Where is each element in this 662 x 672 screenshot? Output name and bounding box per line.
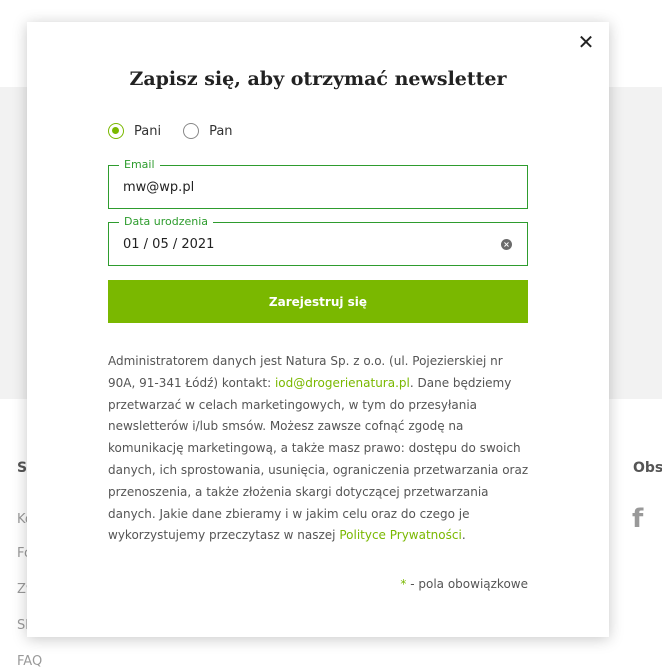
clear-icon[interactable]: × — [501, 239, 512, 250]
facebook-icon[interactable]: f — [632, 504, 643, 534]
modal-title: Zapisz się, aby otrzymać newsletter — [129, 68, 507, 90]
footer-heading-observe: Obse — [633, 460, 662, 476]
radio-unchecked-icon[interactable] — [183, 123, 200, 139]
privacy-text: . Dane będziemy przetwarzać w celach mar… — [108, 375, 529, 543]
radio-label: Pani — [134, 123, 162, 139]
birthdate-field-value[interactable]: 01 / 05 / 2021 — [123, 237, 214, 252]
email-field-label: Email — [119, 158, 160, 171]
radio-pan[interactable]: Pan — [183, 123, 233, 139]
privacy-email-link[interactable]: iod@drogerienatura.pl — [275, 376, 410, 390]
close-icon[interactable]: ✕ — [577, 32, 595, 52]
radio-pani[interactable]: Pani — [108, 123, 161, 139]
radio-label: Pan — [209, 123, 233, 139]
privacy-notice: Administratorem danych jest Natura Sp. z… — [108, 351, 533, 547]
birthdate-field[interactable]: Data urodzenia 01 / 05 / 2021 × — [108, 215, 528, 266]
radio-checked-icon[interactable] — [108, 123, 124, 139]
privacy-text: . — [461, 528, 466, 543]
register-button[interactable]: Zarejestruj się — [108, 280, 528, 323]
required-text: - pola obowiązkowe — [406, 577, 528, 591]
required-fields-note: * - pola obowiązkowe — [400, 577, 528, 591]
newsletter-modal: ✕ Zapisz się, aby otrzymać newsletter Pa… — [27, 22, 609, 637]
email-field[interactable]: Email mw@wp.pl — [108, 158, 528, 209]
gender-radio-group: Pani Pan — [108, 123, 255, 139]
email-field-value[interactable]: mw@wp.pl — [123, 180, 194, 195]
birthdate-field-label: Data urodzenia — [119, 215, 214, 228]
footer-link-faq[interactable]: FAQ — [17, 654, 42, 669]
privacy-policy-link[interactable]: Polityce Prywatności — [339, 528, 461, 542]
